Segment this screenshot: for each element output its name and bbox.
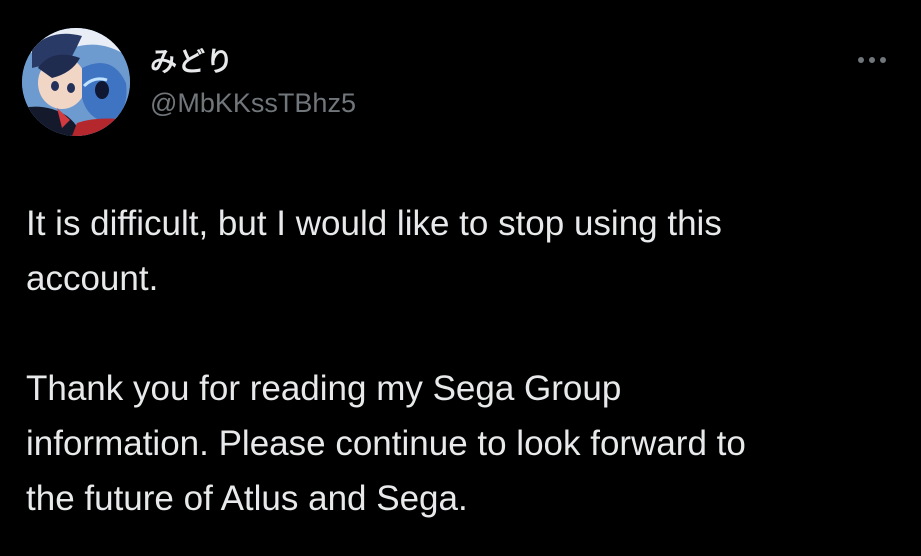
- more-options-icon: [858, 57, 886, 63]
- tweet-paragraph: Thank you for reading my Sega Group info…: [26, 369, 746, 518]
- avatar[interactable]: [22, 28, 130, 136]
- tweet-card: みどり @MbKKssTBhz5 It is difficult, but I …: [0, 0, 921, 556]
- display-name[interactable]: みどり: [150, 40, 234, 79]
- more-options-button[interactable]: [852, 50, 892, 70]
- anime-avatar-icon: [22, 28, 130, 136]
- tweet-body: It is difficult, but I would like to sto…: [26, 196, 896, 526]
- tweet-paragraph: It is difficult, but I would like to sto…: [26, 204, 722, 298]
- user-handle[interactable]: @MbKKssTBhz5: [150, 88, 356, 119]
